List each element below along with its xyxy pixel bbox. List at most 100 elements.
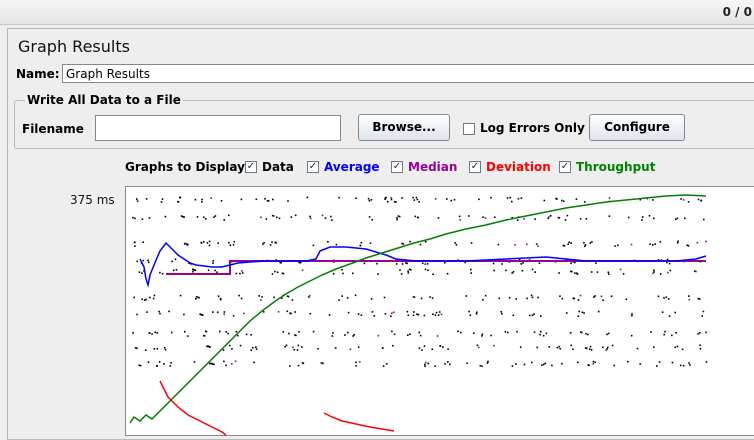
data-point: [677, 240, 679, 243]
average-checkbox[interactable]: ✓: [307, 161, 319, 173]
data-point: [192, 270, 194, 273]
data-point: [275, 242, 277, 244]
data-point: [592, 363, 595, 365]
data-point: [424, 365, 426, 368]
data-point: [669, 269, 672, 272]
data-point: [437, 314, 440, 316]
data-point: [382, 347, 384, 349]
data-point: [665, 296, 668, 298]
data-point: [446, 198, 448, 200]
data-point: [164, 215, 167, 218]
data-point: [274, 270, 276, 273]
browse-button[interactable]: Browse...: [358, 114, 450, 141]
log-errors-checkbox[interactable]: [463, 123, 475, 135]
filename-input[interactable]: [95, 115, 341, 141]
data-point: [332, 332, 334, 334]
data-point: [159, 312, 161, 315]
data-point: [421, 349, 423, 351]
data-point: [663, 333, 665, 336]
data-point: [352, 272, 354, 275]
data-point: [277, 311, 280, 313]
data-point: [359, 244, 362, 247]
data-point: [136, 313, 138, 316]
data-point: [506, 197, 509, 199]
data-point: [675, 332, 677, 334]
data-point: [243, 312, 245, 315]
data-point: [414, 215, 417, 218]
data-point: [207, 269, 210, 271]
throughput-checkbox[interactable]: ✓: [559, 161, 571, 173]
graphs-to-display-label: Graphs to Display: [125, 160, 245, 174]
data-point: [369, 242, 372, 244]
data-point: [148, 261, 150, 264]
data-point: [701, 315, 703, 317]
data-point: [239, 272, 241, 275]
data-point: [561, 362, 563, 365]
data-point: [284, 345, 286, 348]
data-point: [542, 334, 545, 337]
data-point: [657, 295, 660, 298]
data-point: [478, 198, 480, 201]
data-point: [179, 294, 182, 297]
data-point: [696, 241, 699, 244]
data-point: [338, 196, 340, 199]
data-point: [493, 216, 496, 218]
name-field[interactable]: Graph Results: [62, 64, 754, 83]
data-point: [605, 349, 607, 351]
data-point: [556, 198, 558, 200]
data-point: [370, 298, 373, 300]
data-point: [240, 198, 243, 201]
data-point: [418, 347, 421, 349]
data-point: [205, 218, 207, 220]
data-point: [399, 269, 401, 271]
data-point: [286, 310, 289, 313]
data-point: [515, 298, 518, 300]
data-point: [234, 360, 237, 363]
data-point: [355, 197, 357, 199]
data-point: [659, 273, 662, 275]
data-point: [613, 364, 616, 367]
data-point: [306, 196, 309, 199]
data-point: [148, 332, 151, 334]
data-point: [413, 199, 416, 201]
data-point: [631, 314, 633, 317]
data-point: [195, 298, 197, 300]
data-point: [511, 200, 513, 203]
data-point: [419, 334, 422, 337]
data-point: [602, 346, 604, 349]
data-point: [549, 215, 552, 217]
data-checkbox[interactable]: ✓: [245, 161, 257, 173]
data-point: [269, 244, 272, 246]
data-point: [570, 262, 572, 265]
name-label: Name:: [16, 67, 60, 81]
data-point: [153, 294, 156, 297]
data-point: [607, 271, 610, 274]
data-point: [301, 269, 304, 272]
data-point: [641, 219, 643, 221]
data-point: [275, 216, 278, 219]
data-point: [271, 241, 273, 243]
data-point: [559, 347, 561, 350]
data-point: [654, 243, 656, 245]
data-point: [239, 344, 242, 347]
data-point: [264, 198, 266, 200]
data-point: [232, 243, 235, 246]
data-point: [436, 335, 439, 337]
configure-button[interactable]: Configure: [589, 114, 685, 141]
data-point: [687, 201, 690, 203]
data-point: [200, 242, 203, 244]
data-point: [186, 244, 189, 246]
data-point: [481, 365, 483, 368]
data-point: [444, 363, 446, 365]
data-point: [285, 344, 288, 347]
data-point: [652, 244, 654, 246]
data-point: [136, 260, 139, 263]
median-checkbox[interactable]: ✓: [391, 161, 403, 173]
data-point: [163, 347, 166, 349]
data-point: [261, 296, 263, 298]
data-point: [262, 243, 264, 245]
data-point: [228, 241, 230, 244]
deviation-checkbox[interactable]: ✓: [469, 161, 481, 173]
data-point: [146, 311, 148, 313]
data-point: [174, 258, 177, 261]
